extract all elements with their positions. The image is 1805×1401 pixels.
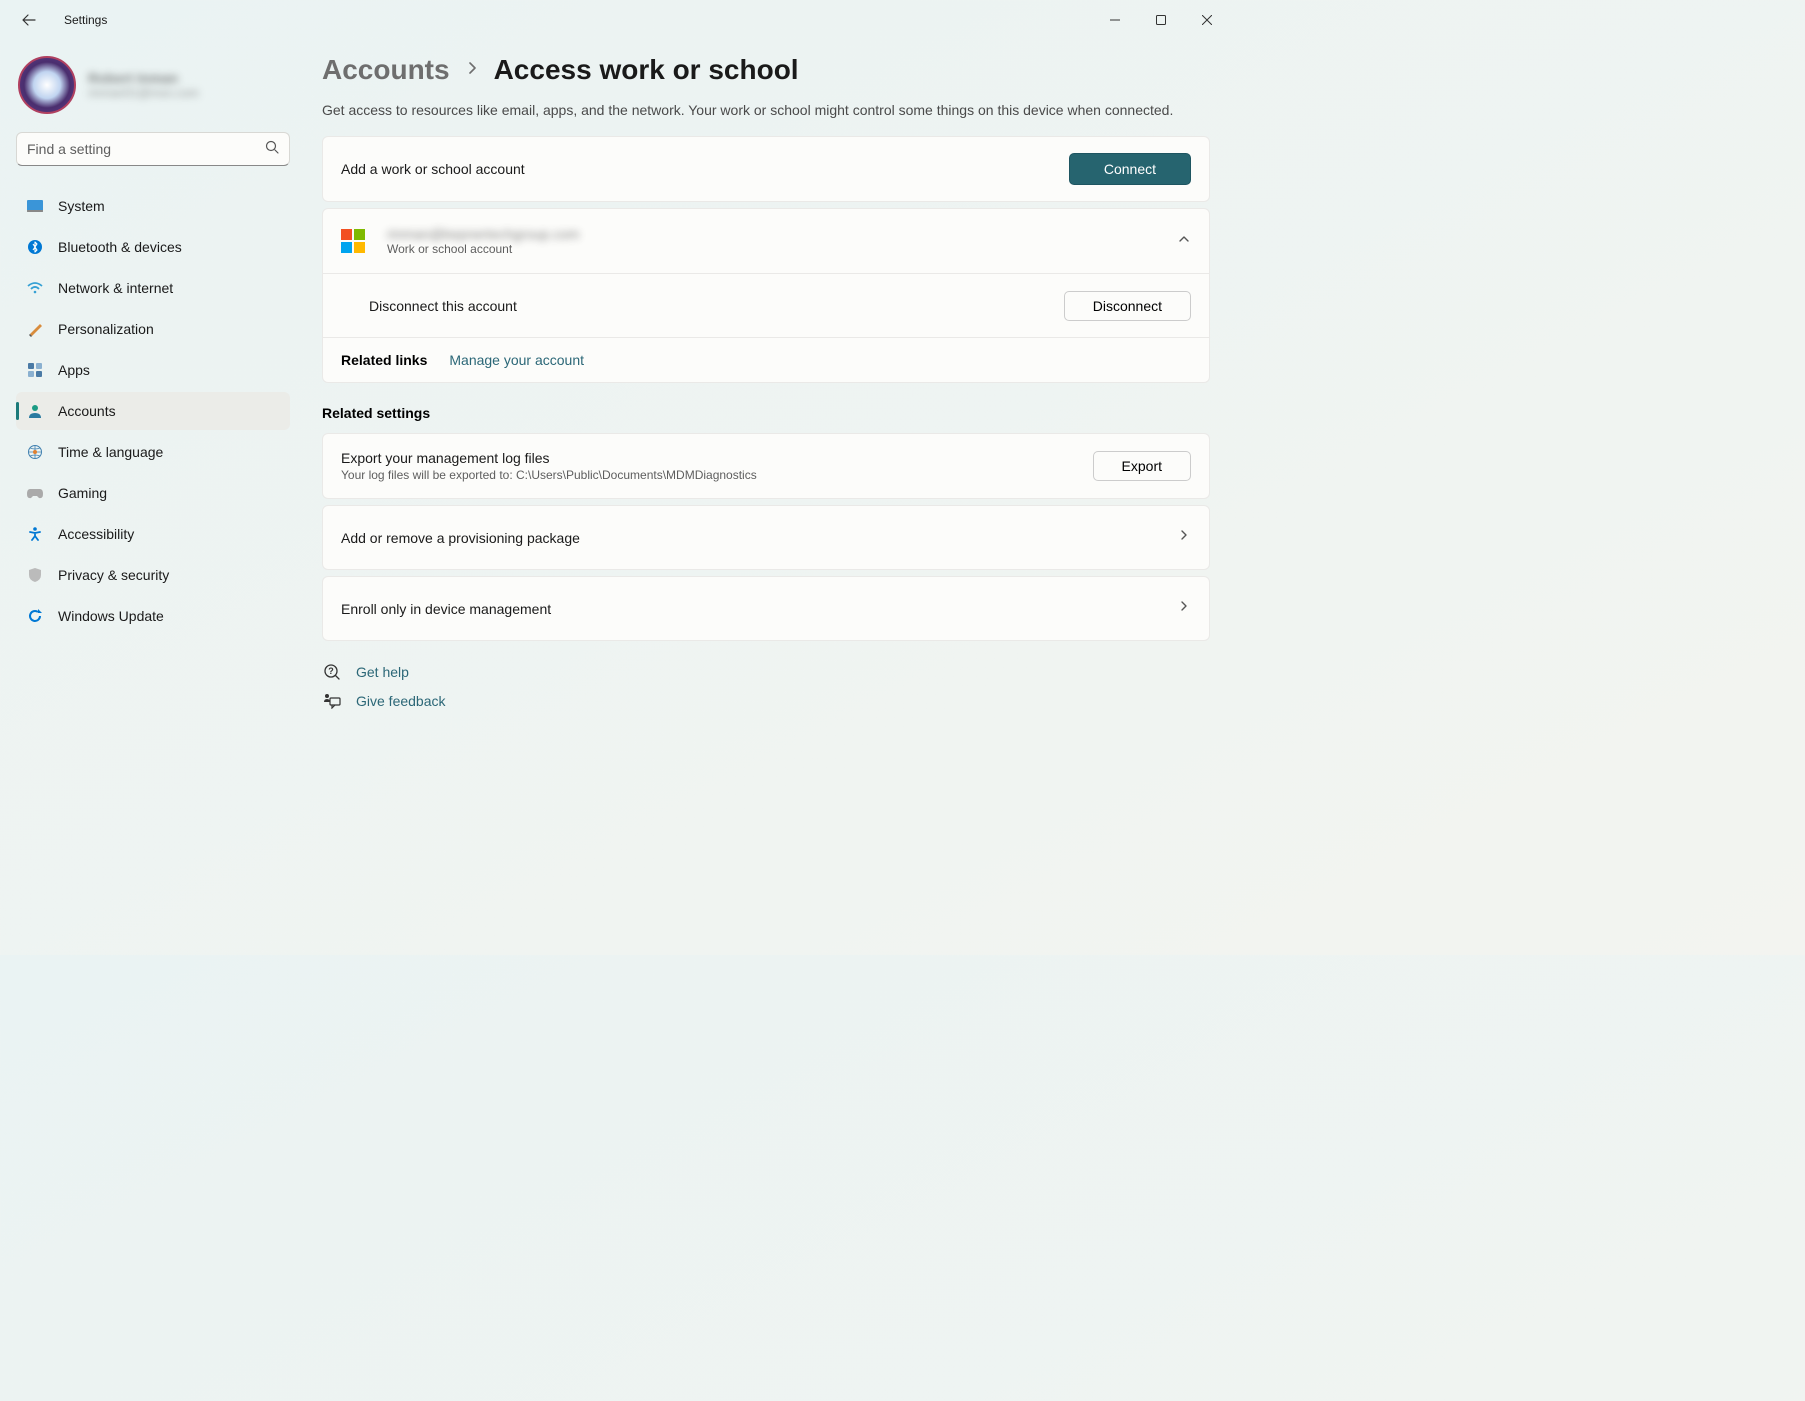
sidebar-item-gaming[interactable]: Gaming [16, 474, 290, 512]
chevron-up-icon [1177, 232, 1191, 251]
account-header-row[interactable]: rinman@kepnertechgroup.com Work or schoo… [323, 209, 1209, 273]
nav-label: Privacy & security [58, 567, 169, 583]
nav-label: System [58, 198, 105, 214]
person-icon [26, 402, 44, 420]
chevron-right-icon [1177, 528, 1191, 547]
page-title: Access work or school [494, 54, 799, 86]
provisioning-label: Add or remove a provisioning package [341, 530, 1177, 546]
sidebar-item-personalization[interactable]: Personalization [16, 310, 290, 348]
account-email: rinman@kepnertechgroup.com [387, 226, 1177, 242]
enroll-label: Enroll only in device management [341, 601, 1177, 617]
paint-icon [26, 320, 44, 338]
sidebar-item-accessibility[interactable]: Accessibility [16, 515, 290, 553]
sidebar-item-bluetooth[interactable]: Bluetooth & devices [16, 228, 290, 266]
related-settings-heading: Related settings [322, 405, 1210, 421]
gamepad-icon [26, 484, 44, 502]
minimize-icon [1110, 15, 1120, 25]
export-subtitle: Your log files will be exported to: C:\U… [341, 468, 1093, 482]
get-help-link[interactable]: ? Get help [322, 663, 1210, 681]
account-type: Work or school account [387, 242, 1177, 256]
breadcrumb-parent[interactable]: Accounts [322, 54, 450, 86]
wifi-icon [26, 279, 44, 297]
disconnect-label: Disconnect this account [369, 298, 1064, 314]
search-box[interactable] [16, 132, 290, 166]
nav-label: Personalization [58, 321, 154, 337]
get-help-label: Get help [356, 664, 409, 680]
breadcrumb: Accounts Access work or school [322, 54, 1210, 86]
give-feedback-link[interactable]: Give feedback [322, 693, 1210, 709]
provisioning-card[interactable]: Add or remove a provisioning package [322, 505, 1210, 570]
close-button[interactable] [1184, 0, 1230, 40]
page-description: Get access to resources like email, apps… [322, 102, 1210, 118]
help-links: ? Get help Give feedback [322, 663, 1210, 709]
profile-email: rinman01@msn.com [88, 86, 199, 100]
related-links-label: Related links [341, 352, 427, 368]
nav-label: Apps [58, 362, 90, 378]
search-icon [265, 140, 279, 159]
window-title: Settings [64, 13, 107, 27]
update-icon [26, 607, 44, 625]
bluetooth-icon [26, 238, 44, 256]
apps-icon [26, 361, 44, 379]
help-icon: ? [322, 663, 342, 681]
sidebar-item-network[interactable]: Network & internet [16, 269, 290, 307]
system-icon [26, 197, 44, 215]
accessibility-icon [26, 525, 44, 543]
svg-text:?: ? [328, 666, 334, 676]
close-icon [1202, 15, 1212, 25]
microsoft-logo-icon [341, 229, 365, 253]
back-button[interactable] [18, 9, 40, 31]
sidebar-item-apps[interactable]: Apps [16, 351, 290, 389]
nav-label: Bluetooth & devices [58, 239, 182, 255]
chevron-right-icon [1177, 599, 1191, 618]
connect-button[interactable]: Connect [1069, 153, 1191, 185]
profile-block[interactable]: Robert Inman rinman01@msn.com [16, 50, 300, 132]
chevron-right-icon [466, 61, 478, 79]
titlebar: Settings [0, 0, 1230, 40]
export-card: Export your management log files Your lo… [322, 433, 1210, 499]
related-links-row: Related links Manage your account [323, 337, 1209, 382]
profile-name: Robert Inman [88, 70, 199, 86]
disconnect-row: Disconnect this account Disconnect [323, 273, 1209, 337]
sidebar-item-system[interactable]: System [16, 187, 290, 225]
disconnect-button[interactable]: Disconnect [1064, 291, 1191, 321]
sidebar-item-time[interactable]: Time & language [16, 433, 290, 471]
globe-icon [26, 443, 44, 461]
sidebar-item-privacy[interactable]: Privacy & security [16, 556, 290, 594]
add-account-label: Add a work or school account [341, 161, 1069, 177]
manage-account-link[interactable]: Manage your account [449, 352, 584, 368]
feedback-icon [322, 693, 342, 709]
export-button[interactable]: Export [1093, 451, 1191, 481]
search-input[interactable] [27, 141, 265, 157]
export-title: Export your management log files [341, 450, 1093, 466]
nav-label: Accounts [58, 403, 116, 419]
nav-label: Time & language [58, 444, 163, 460]
sidebar-item-accounts[interactable]: Accounts [16, 392, 290, 430]
nav-list: System Bluetooth & devices Network & int… [16, 184, 300, 638]
give-feedback-label: Give feedback [356, 693, 446, 709]
nav-label: Network & internet [58, 280, 173, 296]
avatar [18, 56, 76, 114]
connected-account-card: rinman@kepnertechgroup.com Work or schoo… [322, 208, 1210, 383]
sidebar-item-update[interactable]: Windows Update [16, 597, 290, 635]
content-area: Accounts Access work or school Get acces… [300, 40, 1230, 955]
maximize-icon [1156, 15, 1166, 25]
nav-label: Gaming [58, 485, 107, 501]
arrow-left-icon [21, 12, 37, 28]
enroll-card[interactable]: Enroll only in device management [322, 576, 1210, 641]
shield-icon [26, 566, 44, 584]
nav-label: Windows Update [58, 608, 164, 624]
maximize-button[interactable] [1138, 0, 1184, 40]
minimize-button[interactable] [1092, 0, 1138, 40]
add-account-card: Add a work or school account Connect [322, 136, 1210, 202]
sidebar: Robert Inman rinman01@msn.com System Blu… [0, 40, 300, 955]
nav-label: Accessibility [58, 526, 134, 542]
